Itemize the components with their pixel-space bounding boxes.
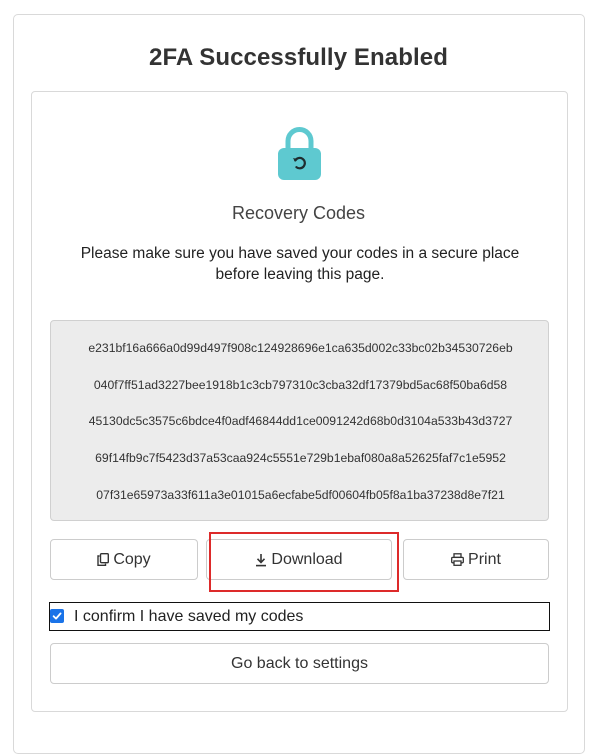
- page-title: 2FA Successfully Enabled: [149, 44, 448, 71]
- checkmark-icon: [52, 612, 62, 620]
- copy-button-label: Copy: [113, 550, 151, 568]
- lock-icon: [278, 127, 321, 180]
- copy-icon: [97, 553, 110, 566]
- section-title: Recovery Codes: [231, 203, 366, 223]
- print-button-label: Print: [468, 550, 501, 568]
- print-button[interactable]: Print: [403, 539, 549, 580]
- instructions-text: Please make sure you have saved your cod…: [80, 245, 520, 283]
- confirm-label[interactable]: I confirm I have saved my codes: [74, 608, 303, 626]
- print-icon: [451, 553, 464, 566]
- download-icon: [255, 553, 267, 567]
- back-to-settings-button[interactable]: Go back to settings: [50, 643, 549, 684]
- download-button-label: Download: [271, 550, 343, 568]
- copy-button[interactable]: Copy: [50, 539, 198, 580]
- confirm-saved-row[interactable]: I confirm I have saved my codes: [49, 602, 550, 631]
- recovery-code: 69f14fb9c7f5423d37a53caa924c5551e729b1eb…: [95, 451, 506, 465]
- recovery-code: 07f31e65973a33f611a3e01015a6ecfabe5df006…: [96, 488, 505, 502]
- recovery-code: 45130dc5c3575c6bdce4f0adf46844dd1ce00912…: [88, 414, 513, 428]
- back-to-settings-label: Go back to settings: [231, 654, 368, 672]
- download-button[interactable]: Download: [206, 539, 392, 580]
- recovery-codes-box: e231bf16a666a0d99d497f908c124928696e1ca6…: [50, 320, 549, 521]
- recovery-code: 040f7ff51ad3227bee1918b1c3cb797310c3cba3…: [93, 378, 508, 392]
- recovery-code: e231bf16a666a0d99d497f908c124928696e1ca6…: [88, 341, 513, 355]
- confirm-checkbox[interactable]: [50, 609, 64, 623]
